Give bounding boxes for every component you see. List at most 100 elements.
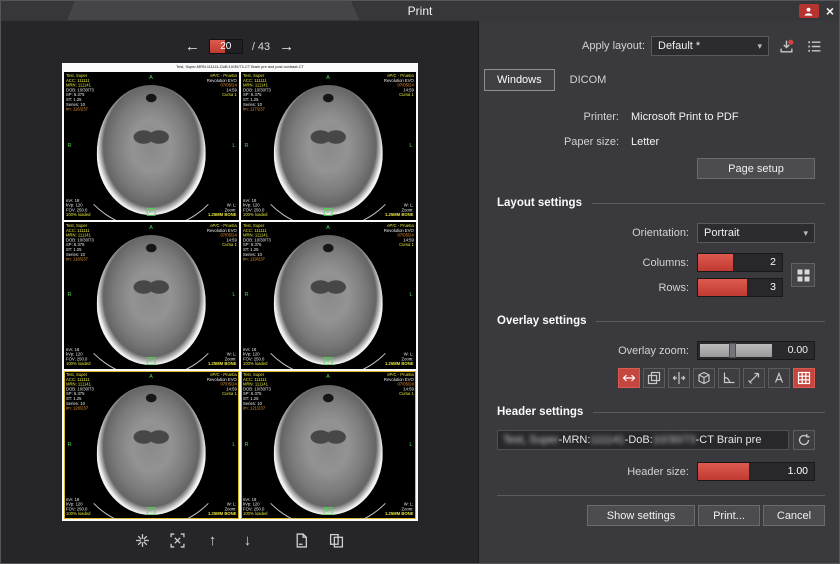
overlay-zoom-row: Overlay zoom: 0.00 [479, 341, 815, 360]
orientation-right-label: R [244, 292, 248, 298]
header-size-fill [698, 463, 749, 480]
printer-label: Printer: [479, 111, 619, 123]
header-text-segment: Test, Super [503, 434, 559, 446]
ct-slice-image [274, 85, 383, 215]
tab-windows[interactable]: Windows [484, 69, 555, 91]
overlay-bottom-left: mA: 18 kVp: 120 FOV: 250.0 100% loaded [243, 348, 268, 367]
rows-stepper[interactable]: 3 [697, 278, 783, 297]
apply-layout-value: Default * [658, 40, 700, 52]
overlay-top-left: Test, Super ACC: 111111 MRN: 111141 DOB:… [66, 224, 94, 262]
ct-image-cell[interactable]: Test, Super ACC: 111111 MRN: 111141 DOB:… [64, 72, 239, 220]
overlay-zoom-value: 0.00 [788, 342, 808, 359]
overlay-top-right: eP/C - Prueba Revolution EVO 07/05/24 14… [207, 373, 237, 397]
layout-list-icon[interactable] [803, 36, 825, 56]
header-text-row: Test, Super-MRN:111141-DoB:10/30/73-CT B… [497, 430, 815, 450]
ct-image-cell[interactable]: Test, Super ACC: 111111 MRN: 111141 DOB:… [64, 371, 239, 519]
page-setup-button[interactable]: Page setup [697, 158, 815, 179]
page-number-input[interactable]: 20 [209, 39, 243, 54]
layout-settings-title: Layout settings [497, 197, 582, 209]
grid-table-icon[interactable] [793, 368, 815, 388]
page-header-text: Test, Super-MRN:111141-DoB:10/30/73-CT B… [143, 65, 337, 69]
orientation-right-label: R [67, 442, 71, 448]
settings-pane: Apply layout: Default * ▾ Windows DICOM … [479, 21, 839, 563]
measure-arrow-icon[interactable] [743, 368, 765, 388]
overlay-bottom-right: W: L: Zoom: 1.25MM BONE [208, 353, 236, 367]
orientation-left-label: L [232, 292, 235, 298]
split-arrows-icon[interactable] [668, 368, 690, 388]
printer-value: Microsoft Print to PDF [631, 111, 839, 123]
paper-size-value: Letter [631, 136, 839, 148]
fit-expand-icon[interactable] [167, 529, 189, 551]
overlay-bottom-right: W: L: Zoom: 1.25MM BONE [385, 203, 413, 217]
overlay-zoom-slider[interactable]: 0.00 [697, 341, 815, 360]
rows-fill [698, 279, 747, 296]
angle-ruler-icon[interactable] [718, 368, 740, 388]
next-page-button[interactable]: → [279, 39, 294, 55]
columns-stepper[interactable]: 2 [697, 253, 783, 272]
dialog-title: Print [1, 1, 839, 21]
preview-pane: ← 20 / 43 → Test, Super-MRN:111141-DoB:1… [1, 21, 479, 563]
close-icon[interactable]: × [826, 4, 834, 18]
orientation-left-label: L [232, 143, 235, 149]
columns-rows-block: Columns: 2 Rows: 3 [479, 253, 815, 297]
header-size-stepper[interactable]: 1.00 [697, 462, 815, 481]
ct-image-cell[interactable]: Test, Super ACC: 111111 MRN: 111141 DOB:… [64, 222, 239, 370]
show-settings-button[interactable]: Show settings [587, 505, 695, 526]
overlay-top-right: eP/C - Prueba Revolution EVO 07/05/24 14… [207, 224, 237, 248]
ct-image-cell[interactable]: Test, Super ACC: 111111 MRN: 111141 DOB:… [241, 72, 416, 220]
header-text-segment: -CT Brain pre [696, 434, 762, 446]
footer-divider [497, 495, 825, 496]
overlay-toggle-buttons [479, 368, 815, 388]
apply-layout-select[interactable]: Default * ▾ [651, 36, 769, 56]
header-text-segment: -DoB: [625, 434, 653, 446]
orientation-select[interactable]: Portrait ▾ [697, 223, 815, 243]
slider-handle[interactable] [729, 343, 736, 358]
cube-icon[interactable] [693, 368, 715, 388]
overlay-top-left: Test, Super ACC: 111111 MRN: 111141 DOB:… [243, 74, 271, 112]
copy-page-icon[interactable] [326, 529, 348, 551]
overlay-top-left: Test, Super ACC: 111111 MRN: 111141 DOB:… [66, 373, 94, 411]
orientation-left-label: L [232, 442, 235, 448]
delete-page-icon[interactable] [291, 529, 313, 551]
grid-layout-picker-icon[interactable] [791, 263, 815, 287]
orientation-left-label: L [409, 143, 412, 149]
overlay-top-right: eP/C - Prueba Revolution EVO 07/05/24 14… [384, 74, 414, 98]
copy-overlay-icon[interactable] [643, 368, 665, 388]
slider-track [700, 344, 772, 357]
save-layout-icon[interactable] [775, 36, 797, 56]
chevron-down-icon: ▾ [803, 228, 808, 239]
orientation-posterior-label: P [324, 208, 333, 216]
ct-slice-image [97, 385, 206, 515]
orientation-right-label: R [244, 143, 248, 149]
overlay-top-right: eP/C - Prueba Revolution EVO 07/05/24 14… [384, 373, 414, 397]
tab-dicom[interactable]: DICOM [557, 69, 620, 91]
move-page-up-icon[interactable]: ↑ [202, 529, 224, 551]
orientation-right-label: R [67, 292, 71, 298]
orientation-row: Orientation: Portrait ▾ [479, 223, 815, 243]
previous-page-button[interactable]: ← [185, 39, 200, 55]
cancel-button[interactable]: Cancel [763, 505, 825, 526]
header-size-row: Header size: 1.00 [479, 462, 815, 481]
rows-label: Rows: [658, 282, 689, 294]
overlay-bottom-right: W: L: Zoom: 1.25MM BONE [385, 353, 413, 367]
orientation-posterior-label: P [324, 507, 333, 515]
paper-size-label: Paper size: [479, 136, 619, 148]
print-button[interactable]: Print... [698, 505, 760, 526]
page-total-label: / 43 [252, 41, 270, 53]
orientation-posterior-label: P [147, 507, 156, 515]
header-text-input[interactable]: Test, Super-MRN:111141-DoB:10/30/73-CT B… [497, 430, 789, 450]
support-icon[interactable] [799, 4, 819, 18]
pan-horizontal-icon[interactable] [618, 368, 640, 388]
move-page-down-icon[interactable]: ↓ [237, 529, 259, 551]
header-settings-section: Header settings [497, 406, 825, 418]
columns-value: 2 [770, 254, 776, 271]
ct-image-cell[interactable]: Test, Super ACC: 111111 MRN: 111141 DOB:… [241, 222, 416, 370]
annotation-icon[interactable] [768, 368, 790, 388]
sparkle-icon[interactable] [132, 529, 154, 551]
orientation-right-label: R [244, 442, 248, 448]
page-navigation: ← 20 / 43 → [1, 21, 478, 57]
refresh-header-icon[interactable] [793, 430, 815, 450]
ct-image-cell[interactable]: Test, Super ACC: 111111 MRN: 111141 DOB:… [241, 371, 416, 519]
orientation-posterior-label: P [147, 357, 156, 365]
overlay-top-right: eP/C - Prueba Revolution EVO 07/05/24 14… [384, 224, 414, 248]
